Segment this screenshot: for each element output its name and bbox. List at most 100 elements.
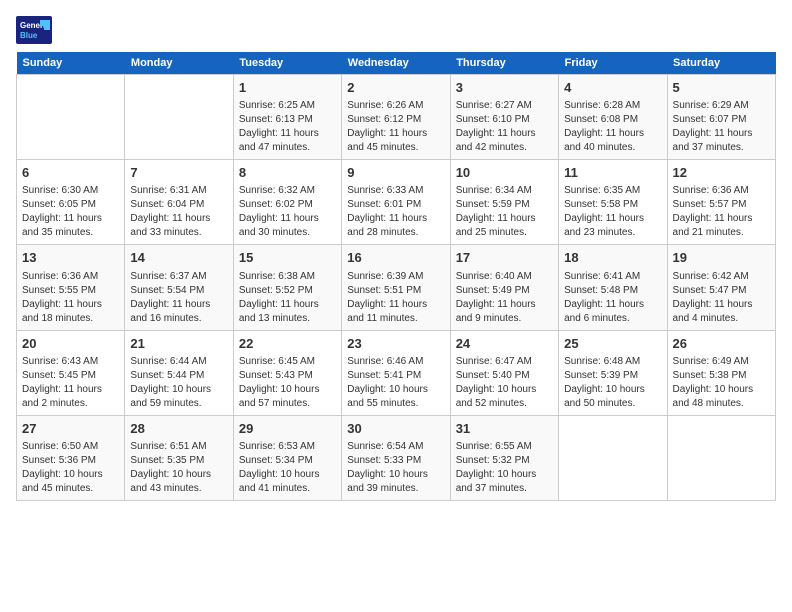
calendar-cell: 5 Sunrise: 6:29 AM Sunset: 6:07 PM Daylig… — [667, 75, 775, 160]
day-info: Sunrise: 6:39 AM Sunset: 5:51 PM Dayligh… — [347, 270, 444, 326]
calendar-cell: 13 Sunrise: 6:36 AM Sunset: 5:55 PM Dayli… — [17, 245, 125, 330]
day-info: Sunrise: 6:51 AM Sunset: 5:35 PM Dayligh… — [130, 440, 227, 496]
weekday-header-saturday: Saturday — [667, 52, 775, 75]
logo-icon: General Blue — [16, 16, 52, 44]
day-number: 4 — [564, 79, 661, 97]
day-number: 3 — [456, 79, 553, 97]
calendar-cell: 15 Sunrise: 6:38 AM Sunset: 5:52 PM Dayli… — [233, 245, 341, 330]
weekday-header-wednesday: Wednesday — [342, 52, 450, 75]
calendar-week-3: 20Sunrise: 6:43 AM Sunset: 5:45 PM Dayli… — [17, 330, 776, 415]
day-info: Sunrise: 6:48 AM Sunset: 5:39 PM Dayligh… — [564, 355, 661, 411]
day-info: Sunrise: 6:41 AM Sunset: 5:48 PM Dayligh… — [564, 270, 661, 326]
day-info: Sunrise: 6:31 AM Sunset: 6:04 PM Dayligh… — [130, 184, 227, 240]
calendar-week-0: 1 Sunrise: 6:25 AM Sunset: 6:13 PM Daylig… — [17, 75, 776, 160]
day-number: 10 — [456, 164, 553, 182]
calendar-cell: 21Sunrise: 6:44 AM Sunset: 5:44 PM Dayli… — [125, 330, 233, 415]
day-info: Sunrise: 6:28 AM Sunset: 6:08 PM Dayligh… — [564, 99, 661, 155]
day-info: Sunrise: 6:45 AM Sunset: 5:43 PM Dayligh… — [239, 355, 336, 411]
day-info: Sunrise: 6:55 AM Sunset: 5:32 PM Dayligh… — [456, 440, 553, 496]
day-info: Sunrise: 6:32 AM Sunset: 6:02 PM Dayligh… — [239, 184, 336, 240]
calendar-week-4: 27Sunrise: 6:50 AM Sunset: 5:36 PM Dayli… — [17, 415, 776, 500]
calendar-cell: 31 Sunrise: 6:55 AM Sunset: 5:32 PM Dayli… — [450, 415, 558, 500]
calendar-cell: 25 Sunrise: 6:48 AM Sunset: 5:39 PM Dayli… — [559, 330, 667, 415]
calendar-cell: 4 Sunrise: 6:28 AM Sunset: 6:08 PM Daylig… — [559, 75, 667, 160]
calendar-cell: 23 Sunrise: 6:46 AM Sunset: 5:41 PM Dayli… — [342, 330, 450, 415]
day-number: 13 — [22, 249, 119, 267]
day-info: Sunrise: 6:49 AM Sunset: 5:38 PM Dayligh… — [673, 355, 770, 411]
calendar-week-1: 6 Sunrise: 6:30 AM Sunset: 6:05 PM Daylig… — [17, 160, 776, 245]
day-info: Sunrise: 6:36 AM Sunset: 5:55 PM Dayligh… — [22, 270, 119, 326]
calendar-cell: 28 Sunrise: 6:51 AM Sunset: 5:35 PM Dayli… — [125, 415, 233, 500]
day-number: 2 — [347, 79, 444, 97]
day-number: 31 — [456, 420, 553, 438]
calendar-cell: 14 Sunrise: 6:37 AM Sunset: 5:54 PM Dayli… — [125, 245, 233, 330]
day-info: Sunrise: 6:27 AM Sunset: 6:10 PM Dayligh… — [456, 99, 553, 155]
day-number: 6 — [22, 164, 119, 182]
day-number: 16 — [347, 249, 444, 267]
day-number: 18 — [564, 249, 661, 267]
day-number: 14 — [130, 249, 227, 267]
logo: General Blue — [16, 16, 52, 44]
day-info: Sunrise: 6:46 AM Sunset: 5:41 PM Dayligh… — [347, 355, 444, 411]
day-info: Sunrise: 6:34 AM Sunset: 5:59 PM Dayligh… — [456, 184, 553, 240]
calendar-cell: 20Sunrise: 6:43 AM Sunset: 5:45 PM Dayli… — [17, 330, 125, 415]
calendar-cell: 9 Sunrise: 6:33 AM Sunset: 6:01 PM Daylig… — [342, 160, 450, 245]
day-number: 17 — [456, 249, 553, 267]
day-number: 11 — [564, 164, 661, 182]
day-number: 8 — [239, 164, 336, 182]
day-number: 28 — [130, 420, 227, 438]
day-number: 30 — [347, 420, 444, 438]
calendar-cell: 10 Sunrise: 6:34 AM Sunset: 5:59 PM Dayli… — [450, 160, 558, 245]
calendar-cell: 11Sunrise: 6:35 AM Sunset: 5:58 PM Dayli… — [559, 160, 667, 245]
calendar-cell: 2Sunrise: 6:26 AM Sunset: 6:12 PM Daylig… — [342, 75, 450, 160]
calendar-body: 1 Sunrise: 6:25 AM Sunset: 6:13 PM Daylig… — [17, 75, 776, 501]
calendar-cell: 19 Sunrise: 6:42 AM Sunset: 5:47 PM Dayli… — [667, 245, 775, 330]
day-info: Sunrise: 6:33 AM Sunset: 6:01 PM Dayligh… — [347, 184, 444, 240]
calendar-table: SundayMondayTuesdayWednesdayThursdayFrid… — [16, 52, 776, 501]
weekday-header-sunday: Sunday — [17, 52, 125, 75]
day-number: 24 — [456, 335, 553, 353]
day-number: 1 — [239, 79, 336, 97]
day-info: Sunrise: 6:50 AM Sunset: 5:36 PM Dayligh… — [22, 440, 119, 496]
day-number: 9 — [347, 164, 444, 182]
day-number: 12 — [673, 164, 770, 182]
calendar-cell: 8 Sunrise: 6:32 AM Sunset: 6:02 PM Daylig… — [233, 160, 341, 245]
calendar-cell: 3 Sunrise: 6:27 AM Sunset: 6:10 PM Daylig… — [450, 75, 558, 160]
day-info: Sunrise: 6:53 AM Sunset: 5:34 PM Dayligh… — [239, 440, 336, 496]
day-number: 5 — [673, 79, 770, 97]
day-number: 26 — [673, 335, 770, 353]
day-info: Sunrise: 6:36 AM Sunset: 5:57 PM Dayligh… — [673, 184, 770, 240]
calendar-cell: 22Sunrise: 6:45 AM Sunset: 5:43 PM Dayli… — [233, 330, 341, 415]
calendar-cell — [667, 415, 775, 500]
calendar-cell: 1 Sunrise: 6:25 AM Sunset: 6:13 PM Daylig… — [233, 75, 341, 160]
calendar-cell: 7 Sunrise: 6:31 AM Sunset: 6:04 PM Daylig… — [125, 160, 233, 245]
day-info: Sunrise: 6:25 AM Sunset: 6:13 PM Dayligh… — [239, 99, 336, 155]
calendar-header-row: SundayMondayTuesdayWednesdayThursdayFrid… — [17, 52, 776, 75]
calendar-cell: 29 Sunrise: 6:53 AM Sunset: 5:34 PM Dayli… — [233, 415, 341, 500]
day-number: 23 — [347, 335, 444, 353]
calendar-cell — [17, 75, 125, 160]
day-number: 15 — [239, 249, 336, 267]
calendar-cell: 26 Sunrise: 6:49 AM Sunset: 5:38 PM Dayli… — [667, 330, 775, 415]
day-info: Sunrise: 6:40 AM Sunset: 5:49 PM Dayligh… — [456, 270, 553, 326]
calendar-cell: 17 Sunrise: 6:40 AM Sunset: 5:49 PM Dayli… — [450, 245, 558, 330]
day-info: Sunrise: 6:30 AM Sunset: 6:05 PM Dayligh… — [22, 184, 119, 240]
calendar-cell: 27Sunrise: 6:50 AM Sunset: 5:36 PM Dayli… — [17, 415, 125, 500]
day-info: Sunrise: 6:42 AM Sunset: 5:47 PM Dayligh… — [673, 270, 770, 326]
weekday-header-tuesday: Tuesday — [233, 52, 341, 75]
day-info: Sunrise: 6:47 AM Sunset: 5:40 PM Dayligh… — [456, 355, 553, 411]
day-info: Sunrise: 6:29 AM Sunset: 6:07 PM Dayligh… — [673, 99, 770, 155]
calendar-cell: 12 Sunrise: 6:36 AM Sunset: 5:57 PM Dayli… — [667, 160, 775, 245]
day-number: 25 — [564, 335, 661, 353]
calendar-cell: 6 Sunrise: 6:30 AM Sunset: 6:05 PM Daylig… — [17, 160, 125, 245]
day-info: Sunrise: 6:54 AM Sunset: 5:33 PM Dayligh… — [347, 440, 444, 496]
day-number: 7 — [130, 164, 227, 182]
day-number: 19 — [673, 249, 770, 267]
day-number: 29 — [239, 420, 336, 438]
weekday-header-thursday: Thursday — [450, 52, 558, 75]
weekday-header-monday: Monday — [125, 52, 233, 75]
day-info: Sunrise: 6:37 AM Sunset: 5:54 PM Dayligh… — [130, 270, 227, 326]
svg-text:Blue: Blue — [20, 31, 38, 40]
calendar-cell: 16 Sunrise: 6:39 AM Sunset: 5:51 PM Dayli… — [342, 245, 450, 330]
day-info: Sunrise: 6:38 AM Sunset: 5:52 PM Dayligh… — [239, 270, 336, 326]
